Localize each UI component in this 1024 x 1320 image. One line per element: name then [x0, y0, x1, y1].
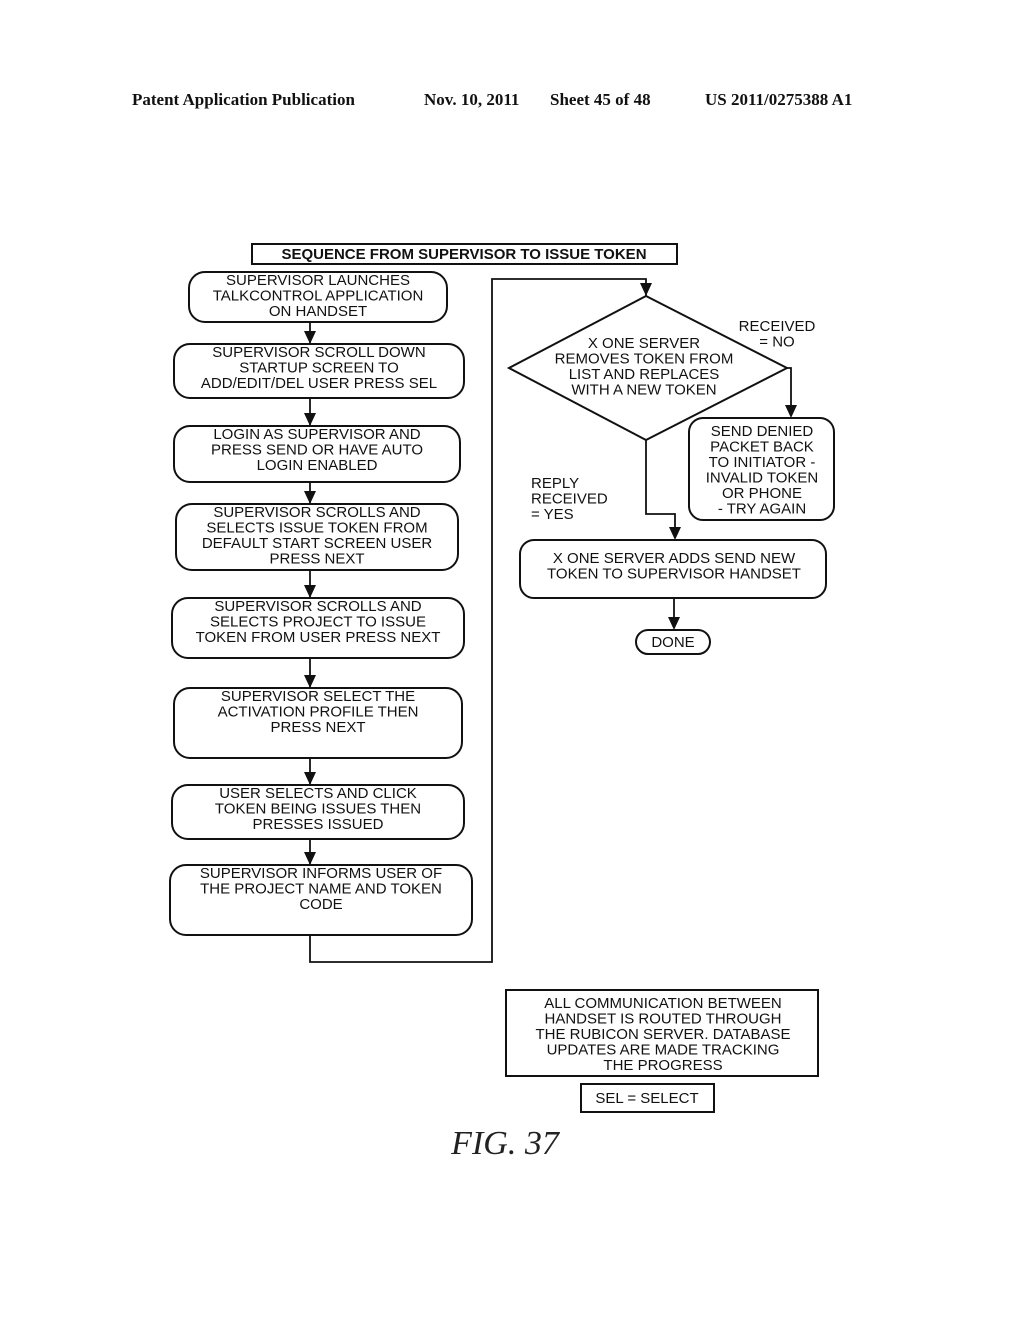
denied-text-line: INVALID TOKEN [706, 470, 819, 487]
process-step-5-text-line: SUPERVISOR SCROLLS AND [214, 598, 421, 615]
note-line-group-line: THE PROGRESS [603, 1057, 722, 1074]
figure-label: FIG. 37 [450, 1125, 561, 1162]
label-reply-received-yes-line: RECEIVED [531, 491, 608, 508]
server-adds-text-line: TOKEN TO SUPERVISOR HANDSET [547, 566, 801, 583]
note-line-group-line: UPDATES ARE MADE TRACKING [547, 1042, 780, 1059]
process-step-4-text-line: SUPERVISOR SCROLLS AND [213, 504, 420, 521]
process-step-4-text-line: PRESS NEXT [269, 551, 364, 568]
decision-text-line: REMOVES TOKEN FROM [555, 351, 734, 368]
nodes: SUPERVISOR LAUNCHESTALKCONTROL APPLICATI… [169, 271, 835, 936]
label-reply-received-yes-line: REPLY [531, 475, 579, 492]
arrow-decision [640, 283, 652, 296]
process-step-6-text-line: SUPERVISOR SELECT THE [221, 688, 415, 705]
process-step-5-text: SUPERVISOR SCROLLS ANDSELECTS PROJECT TO… [196, 598, 441, 646]
process-step-8-text-line: SUPERVISOR INFORMS USER OF [200, 865, 442, 882]
legend-text: SEL = SELECT [595, 1090, 698, 1107]
process-step-2-text-line: STARTUP SCREEN TO [239, 360, 399, 377]
process-step-6-text-line: PRESS NEXT [270, 719, 365, 736]
arrow-step-6 [304, 675, 316, 688]
arrow-done [668, 617, 680, 630]
arrow-step-5 [304, 585, 316, 598]
server-adds-text: X ONE SERVER ADDS SEND NEWTOKEN TO SUPER… [547, 550, 801, 583]
note-line-group-line: HANDSET IS ROUTED THROUGH [545, 1011, 782, 1028]
process-step-5-text-line: SELECTS PROJECT TO ISSUE [210, 614, 426, 631]
connector-yes [645, 440, 676, 527]
note-line-group-line: THE RUBICON SERVER. DATABASE [535, 1026, 790, 1043]
arrow-server-adds [669, 527, 681, 540]
denied-text: SEND DENIEDPACKET BACKTO INITIATOR -INVA… [706, 423, 819, 518]
process-step-2-text-line: ADD/EDIT/DEL USER PRESS SEL [201, 375, 437, 392]
connector-no [787, 367, 792, 405]
done-text: DONE [651, 634, 694, 651]
arrow-step-4 [304, 491, 316, 504]
process-step-3-text-line: LOGIN AS SUPERVISOR AND [213, 426, 420, 443]
arrow-step-8 [304, 852, 316, 865]
denied-text-line: SEND DENIED [711, 423, 814, 440]
flowchart-title: SEQUENCE FROM SUPERVISOR TO ISSUE TOKEN [281, 246, 646, 263]
process-step-8-text-line: CODE [299, 896, 342, 913]
arrow-step-2 [304, 331, 316, 344]
note-line-group-line: ALL COMMUNICATION BETWEEN [544, 995, 782, 1012]
label-reply-received-yes-line: = YES [531, 506, 574, 523]
process-step-6-text-line: ACTIVATION PROFILE THEN [218, 704, 419, 721]
arrow-step-3 [304, 413, 316, 426]
server-adds-text-line: X ONE SERVER ADDS SEND NEW [553, 550, 796, 567]
label-reply-received-yes: REPLYRECEIVED= YES [531, 475, 608, 523]
denied-text-line: - TRY AGAIN [718, 501, 806, 518]
denied-text-line: TO INITIATOR - [709, 454, 816, 471]
label-received-no-line: RECEIVED [739, 318, 816, 335]
arrow-denied [785, 405, 797, 418]
decision-text-line: LIST AND REPLACES [569, 366, 720, 383]
process-step-1-text-line: TALKCONTROL APPLICATION [213, 288, 424, 305]
process-step-1-text-line: ON HANDSET [269, 303, 367, 320]
process-step-7-text-line: PRESSES ISSUED [253, 816, 384, 833]
process-step-3-text-line: LOGIN ENABLED [257, 457, 378, 474]
process-step-7-text-line: USER SELECTS AND CLICK [219, 785, 417, 802]
process-step-2-text-line: SUPERVISOR SCROLL DOWN [212, 344, 425, 361]
arrow-step-7 [304, 772, 316, 785]
process-step-1-text-line: SUPERVISOR LAUNCHES [226, 272, 410, 289]
denied-text-line: OR PHONE [722, 485, 802, 502]
process-step-7-text-line: TOKEN BEING ISSUES THEN [215, 801, 421, 818]
label-received-no: RECEIVED= NO [739, 318, 816, 351]
process-step-5-text-line: TOKEN FROM USER PRESS NEXT [196, 629, 441, 646]
process-step-4-text-line: DEFAULT START SCREEN USER [202, 535, 432, 552]
denied-text-line: PACKET BACK [710, 439, 814, 456]
decision-text-line: WITH A NEW TOKEN [571, 382, 716, 399]
process-step-8-text-line: THE PROJECT NAME AND TOKEN [200, 881, 442, 898]
label-received-no-line: = NO [759, 334, 794, 351]
process-step-3-text-line: PRESS SEND OR HAVE AUTO [211, 442, 423, 459]
process-step-4-text-line: SELECTS ISSUE TOKEN FROM [206, 520, 427, 537]
decision-text-line: X ONE SERVER [588, 335, 700, 352]
flowchart: SEQUENCE FROM SUPERVISOR TO ISSUE TOKEN … [169, 243, 835, 1162]
